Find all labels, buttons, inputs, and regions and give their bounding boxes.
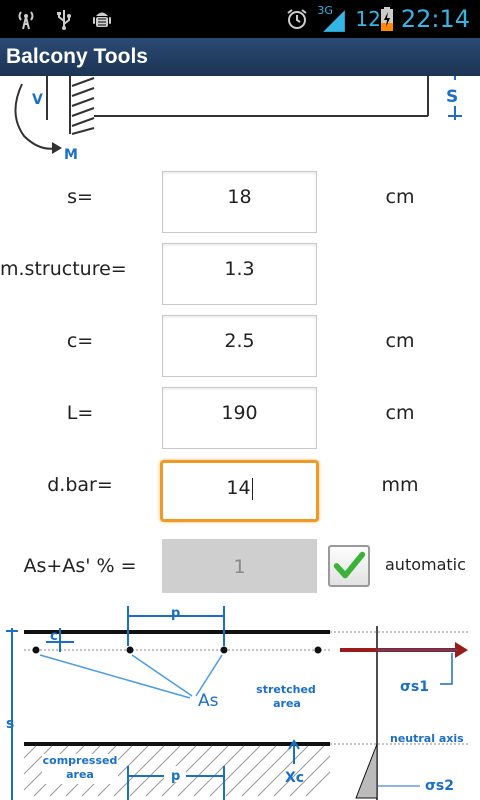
battery-level-label: 12 bbox=[355, 7, 381, 31]
text-cursor bbox=[251, 477, 253, 500]
c-input[interactable]: 2.5 bbox=[162, 315, 317, 377]
as-percent-input[interactable]: 1 bbox=[162, 539, 317, 593]
stretched-area-label: area bbox=[273, 697, 301, 710]
cell-signal-icon bbox=[323, 10, 346, 32]
c-unit: cm bbox=[385, 330, 415, 352]
shear-label: V bbox=[32, 92, 43, 108]
automatic-label: automatic bbox=[385, 555, 466, 574]
app-title: Balcony Tools bbox=[6, 45, 148, 68]
l-input[interactable]: 190 bbox=[162, 387, 317, 449]
m-structure-label: m.structure= bbox=[0, 258, 127, 280]
checkmark-icon bbox=[333, 551, 366, 579]
d-bar-input[interactable]: 14 bbox=[160, 460, 319, 522]
spacing-p-bottom-label: p bbox=[171, 769, 180, 784]
status-bar: 3G 12 22:14 bbox=[0, 0, 480, 38]
c-label: c= bbox=[66, 330, 94, 352]
automatic-checkbox[interactable] bbox=[328, 545, 370, 587]
s-label: s= bbox=[67, 186, 93, 208]
d-bar-value: 14 bbox=[226, 477, 251, 499]
m-structure-input[interactable]: 1.3 bbox=[162, 243, 317, 305]
xc-label: Xc bbox=[285, 770, 304, 786]
alarm-clock-icon bbox=[287, 9, 307, 29]
section-diagram: s c p As stretched area σs1 neutral axis bbox=[6, 606, 470, 800]
moment-label: M bbox=[64, 147, 78, 163]
section-s-label: s bbox=[6, 716, 14, 732]
app-title-bar: Balcony Tools bbox=[0, 38, 480, 76]
sigma-s2-label: σs2 bbox=[425, 778, 454, 794]
stretched-label: stretched bbox=[256, 683, 316, 696]
clock: 22:14 bbox=[400, 5, 470, 33]
compressed-area-label: area bbox=[66, 768, 94, 781]
s-input[interactable]: 18 bbox=[162, 171, 317, 233]
as-label: As bbox=[198, 691, 219, 711]
cover-c-label: c bbox=[50, 629, 58, 644]
neutral-axis-label: neutral axis bbox=[390, 732, 464, 745]
l-label: L= bbox=[66, 402, 94, 424]
s-unit: cm bbox=[385, 186, 415, 208]
compressed-label: compressed bbox=[43, 754, 118, 767]
thickness-label: S bbox=[446, 87, 458, 107]
usb-icon bbox=[57, 10, 71, 30]
signal-tower-icon bbox=[18, 11, 34, 30]
d-bar-unit: mm bbox=[381, 474, 419, 496]
as-percent-label: As+As' % = bbox=[23, 555, 137, 577]
android-debug-icon bbox=[93, 12, 111, 27]
beam-diagram: M V S bbox=[14, 76, 462, 163]
battery-charging-icon bbox=[380, 7, 393, 31]
l-unit: cm bbox=[385, 402, 415, 424]
d-bar-label: d.bar= bbox=[47, 474, 113, 496]
sigma-s1-label: σs1 bbox=[400, 679, 429, 695]
spacing-p-top-label: p bbox=[171, 606, 180, 621]
